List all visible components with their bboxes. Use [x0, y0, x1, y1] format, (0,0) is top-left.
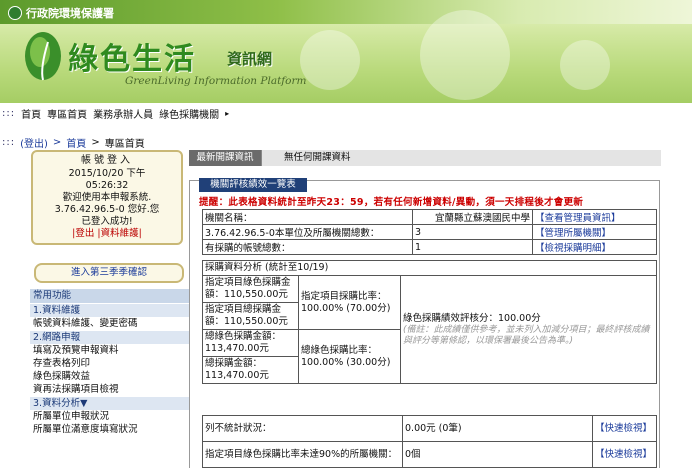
total-green-amount: 總綠色採購金額：113,470.00元 — [202, 329, 299, 357]
menu-header: 常用功能 — [30, 289, 190, 303]
nav-staff[interactable]: 業務承辦人員 — [93, 106, 153, 121]
accesskey-dots[interactable]: ::: — [2, 137, 15, 148]
menu-item-account[interactable]: 帳號資料維護、變更密碼 — [30, 317, 190, 330]
leaf-logo-icon — [25, 32, 61, 81]
info-value: 3 — [412, 224, 533, 240]
total-green-ratio: 總綠色採購比率：100.00% (30.00分) — [298, 329, 401, 384]
performance-tab[interactable]: 機關評核績效一覽表 — [199, 178, 307, 192]
info-value: 1 — [412, 239, 533, 255]
login-date: 2015/10/20 下午 — [68, 168, 146, 179]
menu-item-fill[interactable]: 填寫及預覽申報資料 — [30, 344, 190, 357]
breadcrumb-home[interactable]: 首頁 — [66, 135, 86, 150]
info-label: 3.76.42.96.5-0本單位及所屬機關總數： — [202, 224, 413, 240]
info-value: 宜蘭縣立蘇澳國民中學 — [412, 209, 533, 225]
breadcrumb: ::: (登出) > 首頁 > 專區首頁 — [0, 135, 692, 150]
designated-green-amount: 指定項目綠色採購金額：110,550.00元 — [202, 275, 299, 303]
performance-panel: 機關評核績效一覽表 提醒：此表格資料統計至昨天23：59，若有任何新增資料/異動… — [189, 178, 660, 468]
login-user: 3.76.42.96.5-0 您好.您 — [54, 204, 160, 215]
agency-name: 行政院環境保護署 — [26, 7, 114, 20]
nav-green-agency[interactable]: 綠色採購機關 — [159, 106, 219, 121]
site-title: 綠色生活 — [68, 42, 196, 77]
nav-home[interactable]: 首頁 — [21, 106, 41, 121]
total-purchase-amount: 總採購金額：113,470.00元 — [202, 356, 299, 384]
agency-info-table: 機關名稱： 宜蘭縣立蘇澳國民中學 【查看管理員資訊】 3.76.42.96.5-… — [202, 209, 657, 255]
update-warning: 提醒：此表格資料統計至昨天23：59，若有任何新增資料/異動，須一天排程後才會更… — [199, 197, 584, 208]
login-header: 帳號登入 — [81, 155, 133, 166]
menu-item-recycle[interactable]: 資再法採購項目檢視 — [30, 383, 190, 396]
info-label: 機關名稱： — [202, 209, 413, 225]
menu-item-unit-status[interactable]: 所屬單位申報狀況 — [30, 410, 190, 423]
login-box: 帳號登入 2015/10/20 下午 05:26:32 歡迎使用本申報系統. 3… — [31, 150, 183, 245]
logout-link[interactable]: (登出) — [20, 135, 48, 150]
performance-score: 綠色採購績效評核分：100.00分 — [403, 312, 541, 324]
caret-right-icon: ▸ — [225, 108, 230, 118]
site-tagline: GreenLiving Information Platform — [125, 75, 307, 87]
menu-section-analysis[interactable]: 3.資料分析▼ — [30, 397, 190, 410]
breadcrumb-current: 專區首頁 — [104, 138, 145, 150]
breadcrumb-separator: > — [91, 136, 100, 148]
summary-value: 0個 — [402, 441, 593, 468]
info-label: 有採購的帳號總數： — [202, 239, 413, 255]
site-title-sub: 資訊網 — [227, 50, 273, 68]
analysis-table: 採購資料分析 (統計至10/19) 指定項目綠色採購金額：110,550.00元… — [202, 260, 657, 384]
menu-section-report[interactable]: 2.網路申報 — [30, 331, 190, 344]
tab-latest-course[interactable]: 最新開課資訊 — [189, 150, 261, 166]
table-row: 有採購的帳號總數： 1 【檢視採購明細】 — [202, 239, 657, 255]
login-time: 05:26:32 — [85, 180, 129, 191]
summary-table: 列不統計狀況： 0.00元 (0筆) 【快速檢視】 指定項目綠色採購比率未達90… — [202, 415, 657, 468]
menu-item-print[interactable]: 存查表格列印 — [30, 357, 190, 370]
analysis-title: 採購資料分析 (統計至10/19) — [202, 260, 657, 276]
quick-view-link[interactable]: 【快速檢視】 — [595, 423, 652, 434]
nav-zone-home[interactable]: 專區首頁 — [47, 106, 87, 121]
summary-label: 列不統計狀況： — [202, 415, 403, 442]
manage-agency-link[interactable]: 【管理所屬機關】 — [535, 228, 611, 239]
accesskey-dots[interactable]: ::: — [2, 108, 15, 119]
designated-ratio: 指定項目採購比率：100.00% (70.00分) — [298, 275, 401, 330]
designated-total-amount: 指定項目總採購金額：110,550.00元 — [202, 302, 299, 330]
season-confirm-button[interactable]: 進入第三季季確認 — [34, 263, 184, 283]
table-row: 3.76.42.96.5-0本單位及所屬機關總數： 3 【管理所屬機關】 — [202, 224, 657, 240]
view-purchase-detail-link[interactable]: 【檢視採購明細】 — [535, 243, 611, 254]
site-banner: 行政院環境保護署 綠色生活 資訊網 GreenLiving Informatio… — [0, 0, 692, 103]
top-nav: ::: 首頁 專區首頁 業務承辦人員 綠色採購機關 ▸ — [0, 106, 692, 121]
menu-item-satisfaction[interactable]: 所屬單位滿意度填寫狀況 — [30, 423, 190, 436]
menu-item-benefit[interactable]: 綠色採購效益 — [30, 370, 190, 383]
sidebar-menu: 常用功能 1.資料維護 帳號資料維護、變更密碼 2.網路申報 填寫及預覽申報資料… — [30, 289, 190, 436]
account-maintenance-link[interactable]: |資料維護| — [97, 228, 141, 239]
summary-value: 0.00元 (0筆) — [402, 415, 593, 442]
summary-label: 指定項目綠色採購比率未達90%的所屬機關： — [202, 441, 403, 468]
table-row: 列不統計狀況： 0.00元 (0筆) 【快速檢視】 — [202, 415, 657, 442]
main-content: 最新開課資訊 無任何開課資料 機關評核績效一覽表 提醒：此表格資料統計至昨天23… — [189, 150, 661, 468]
course-empty-text: 無任何開課資料 — [284, 152, 351, 163]
login-welcome: 歡迎使用本申報系統. — [62, 192, 152, 203]
breadcrumb-separator: > — [52, 136, 62, 148]
score-note: (備註：此成績僅供參考，並未列入加減分項目；最終評核成績與評分等第條認，以環保署… — [403, 324, 650, 346]
quick-view-link[interactable]: 【快速檢視】 — [595, 449, 652, 460]
course-tabs: 最新開課資訊 無任何開課資料 — [189, 150, 661, 166]
table-row: 機關名稱： 宜蘭縣立蘇澳國民中學 【查看管理員資訊】 — [202, 209, 657, 225]
menu-section-data[interactable]: 1.資料維護 — [30, 304, 190, 317]
view-admin-link[interactable]: 【查看管理員資訊】 — [535, 213, 621, 224]
table-row: 指定項目綠色採購比率未達90%的所屬機關： 0個 【快速檢視】 — [202, 441, 657, 468]
login-logout-link[interactable]: |登出 — [72, 228, 94, 239]
login-status: 已登入成功! — [81, 216, 133, 227]
epa-seal-icon — [8, 6, 22, 20]
left-sidebar: 帳號登入 2015/10/20 下午 05:26:32 歡迎使用本申報系統. 3… — [30, 150, 190, 436]
agency-logo[interactable]: 行政院環境保護署 — [8, 5, 114, 21]
